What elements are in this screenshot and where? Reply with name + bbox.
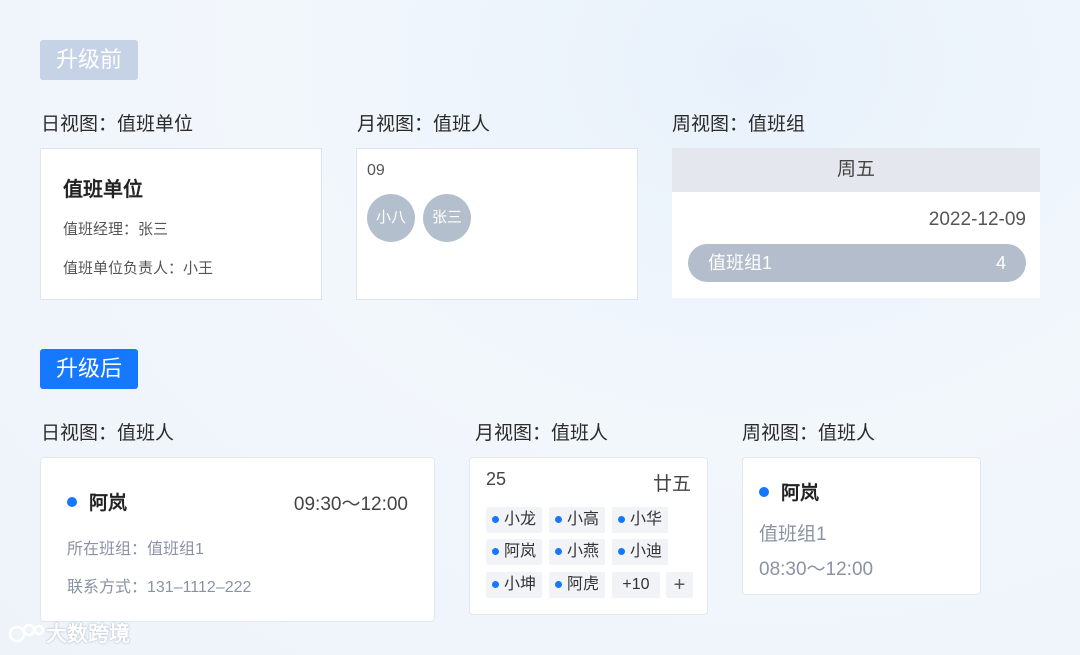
after-month-card[interactable]: 25 廿五 小龙 小高 小华 阿岚 小燕 小迪 小坤 阿虎 +10 +	[469, 457, 708, 615]
avatar[interactable]: 小八	[367, 194, 415, 242]
group-name: 值班组1	[708, 253, 773, 273]
logo-icon	[8, 623, 45, 643]
after-week-label: 周视图：值班人	[742, 423, 876, 444]
person-chip[interactable]: 小坤	[486, 572, 543, 598]
contact-text: 联系方式：131–1112–222	[67, 579, 252, 596]
add-person-button[interactable]: +	[666, 572, 693, 598]
person-chip[interactable]: 阿虎	[549, 572, 606, 598]
person-chip[interactable]: 小华	[612, 507, 669, 533]
shift-time: 08:30～12:00	[759, 559, 874, 580]
person-chip[interactable]: 小龙	[486, 507, 543, 533]
group-count: 4	[995, 253, 1006, 273]
after-day-card[interactable]: 阿岚 09:30～12:00 所在班组：值班组1 联系方式：131–1112–2…	[40, 457, 435, 622]
manager-text: 值班经理：张三	[63, 221, 169, 238]
before-day-label: 日视图：值班单位	[41, 114, 194, 135]
before-month-card[interactable]: 09 小八 张三	[356, 148, 638, 300]
status-dot-icon	[67, 497, 77, 507]
before-week-card[interactable]: 周五 2022-12-09 值班组1 4	[672, 148, 1040, 298]
person-chip[interactable]: 小迪	[612, 539, 669, 565]
after-month-label: 月视图：值班人	[475, 423, 609, 444]
group-pill[interactable]: 值班组1 4	[688, 244, 1026, 282]
before-badge: 升级前	[40, 40, 139, 80]
after-badge: 升级后	[40, 349, 139, 389]
watermark: 大数跨境	[8, 618, 130, 648]
group-text: 值班组1	[759, 524, 827, 545]
date-number: 09	[367, 162, 385, 179]
lunar-date: 廿五	[652, 474, 691, 495]
person-chip[interactable]: 小燕	[549, 539, 606, 565]
unit-title: 值班单位	[63, 179, 143, 201]
before-month-label: 月视图：值班人	[357, 114, 491, 135]
week-date: 2022-12-09	[928, 209, 1026, 230]
avatar[interactable]: 张三	[423, 194, 471, 242]
after-day-label: 日视图：值班人	[41, 423, 175, 444]
before-day-card[interactable]: 值班单位 值班经理：张三 值班单位负责人：小王	[40, 148, 322, 300]
shift-time: 09:30～12:00	[293, 494, 408, 515]
group-text: 所在班组：值班组1	[67, 541, 204, 558]
more-people-button[interactable]: +10	[612, 572, 660, 598]
person-name: 阿岚	[67, 488, 127, 515]
person-name: 阿岚	[759, 478, 819, 505]
date-number: 25	[486, 469, 507, 489]
owner-text: 值班单位负责人：小王	[63, 260, 214, 277]
after-week-card[interactable]: 阿岚 值班组1 08:30～12:00	[742, 457, 981, 595]
status-dot-icon	[759, 487, 769, 497]
person-chip[interactable]: 小高	[549, 507, 606, 533]
before-week-label: 周视图：值班组	[672, 114, 806, 135]
weekday-header: 周五	[672, 148, 1040, 192]
person-chip[interactable]: 阿岚	[486, 539, 543, 565]
